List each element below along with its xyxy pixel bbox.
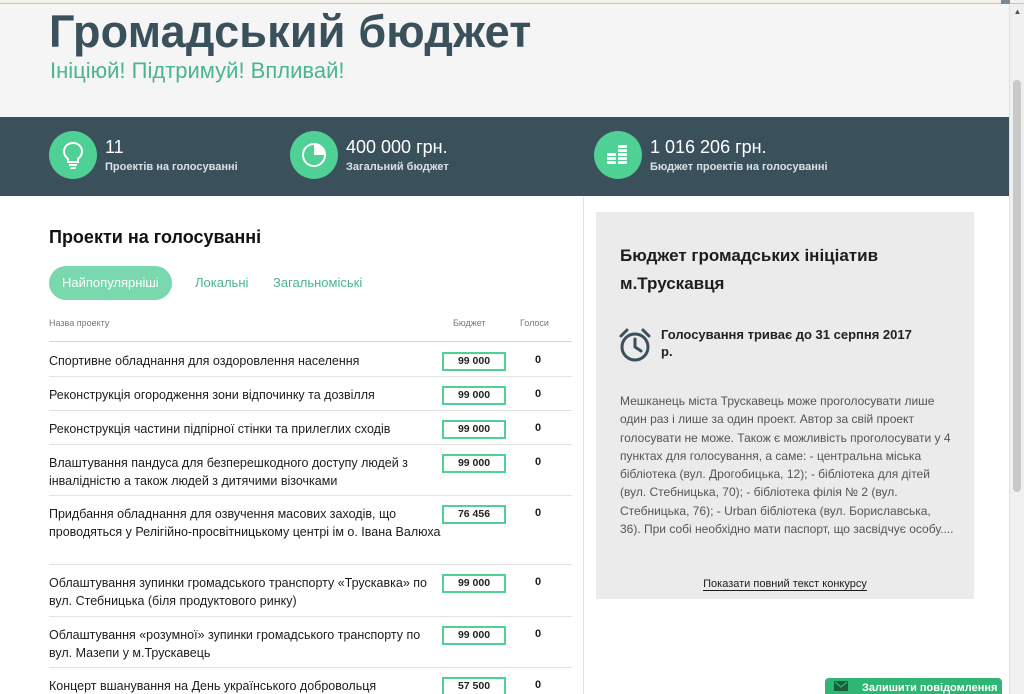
stats-bar: 11 Проектів на голосуванні 400 000 грн. …	[0, 117, 1009, 196]
stat-value: 11	[105, 137, 124, 157]
projects-title: Проекти на голосуванні	[49, 227, 262, 247]
project-name[interactable]: Облаштування зупинки громадського трансп…	[49, 574, 441, 610]
lightbulb-icon	[49, 131, 97, 179]
project-votes: 0	[534, 422, 542, 434]
contest-description: Мешканець міста Трускавець може проголос…	[620, 394, 954, 537]
project-budget: 99 000	[442, 420, 506, 439]
table-row[interactable]: Реконструкція частини підпірної стінки т…	[49, 411, 572, 445]
stat-label: Проектів на голосуванні	[105, 161, 238, 173]
project-budget: 99 000	[442, 352, 506, 371]
project-name[interactable]: Придбання обладнання для озвучення масов…	[49, 505, 441, 541]
project-votes: 0	[534, 456, 542, 468]
contest-info-panel: Бюджет громадських ініціатив м.Трускавця…	[596, 212, 974, 599]
project-votes: 0	[534, 388, 542, 400]
scrollbar-thumb[interactable]	[1013, 80, 1021, 492]
project-name[interactable]: Концерт вшанування на День українського …	[49, 677, 441, 694]
projects-table-header: Назва проекту Бюджет Голоси	[49, 318, 572, 342]
column-budget: Бюджет	[453, 318, 486, 328]
project-name[interactable]: Влаштування пандуса для безперешкодного …	[49, 454, 441, 490]
scroll-up-arrow-icon[interactable]: ▲	[1010, 4, 1024, 18]
project-name[interactable]: Спортивне обладнання для оздоровлення на…	[49, 352, 441, 370]
project-name[interactable]: Облаштування «розумної» зупинки громадсь…	[49, 626, 441, 662]
project-votes: 0	[534, 507, 542, 519]
project-budget: 76 456	[442, 505, 506, 524]
tab-popular[interactable]: Найпопулярніші	[49, 266, 172, 300]
project-name[interactable]: Реконструкція огородження зони відпочинк…	[49, 386, 441, 404]
panel-title: Бюджет громадських ініціатив м.Трускавця	[620, 246, 879, 293]
stat-label: Бюджет проектів на голосуванні	[650, 161, 828, 173]
stat-value: 400 000 грн.	[346, 137, 448, 157]
tab-local[interactable]: Локальні	[195, 266, 248, 300]
hero-header: Громадський бюджет Ініціюй! Підтримуй! В…	[0, 4, 1009, 117]
table-row[interactable]: Реконструкція огородження зони відпочинк…	[49, 377, 572, 411]
table-row[interactable]: Облаштування «розумної» зупинки громадсь…	[49, 617, 572, 668]
clock-icon	[618, 327, 652, 363]
stat-label: Загальний бюджет	[346, 161, 449, 173]
leave-message-button[interactable]: Залишити повідомлення	[825, 678, 1002, 694]
table-row[interactable]: Концерт вшанування на День українського …	[49, 668, 572, 694]
voting-deadline: Голосування триває до 31 серпня 2017 р.	[661, 327, 912, 359]
show-full-text-container: Показати повний текст конкурсу	[596, 574, 974, 592]
column-votes: Голоси	[520, 318, 549, 328]
page-scrollbar[interactable]: ▲	[1009, 4, 1024, 694]
project-budget: 99 000	[442, 626, 506, 645]
show-full-text-link[interactable]: Показати повний текст конкурсу	[703, 578, 867, 591]
table-row[interactable]: Придбання обладнання для озвучення масов…	[49, 496, 572, 565]
project-votes: 0	[534, 628, 542, 640]
table-row[interactable]: Облаштування зупинки громадського трансп…	[49, 565, 572, 617]
project-budget: 99 000	[442, 574, 506, 593]
project-votes: 0	[534, 679, 542, 691]
site-subtitle: Ініціюй! Підтримуй! Впливай!	[50, 58, 345, 83]
project-votes: 0	[534, 354, 542, 366]
project-budget: 99 000	[442, 454, 506, 473]
table-row[interactable]: Спортивне обладнання для оздоровлення на…	[49, 343, 572, 377]
project-budget: 99 000	[442, 386, 506, 405]
stat-value: 1 016 206 грн.	[650, 137, 767, 157]
envelope-icon	[834, 681, 848, 694]
column-divider	[583, 196, 584, 694]
pie-chart-icon	[290, 131, 338, 179]
project-votes: 0	[534, 576, 542, 588]
site-title: Громадський бюджет	[49, 6, 532, 57]
coins-icon	[594, 131, 642, 179]
projects-table-body: Спортивне обладнання для оздоровлення на…	[49, 343, 572, 694]
leave-message-label: Залишити повідомлення	[862, 682, 998, 694]
table-row[interactable]: Влаштування пандуса для безперешкодного …	[49, 445, 572, 496]
column-name: Назва проекту	[49, 318, 110, 328]
tab-citywide[interactable]: Загальноміські	[273, 266, 362, 300]
project-name[interactable]: Реконструкція частини підпірної стінки т…	[49, 420, 441, 438]
project-budget: 57 500	[442, 677, 506, 694]
